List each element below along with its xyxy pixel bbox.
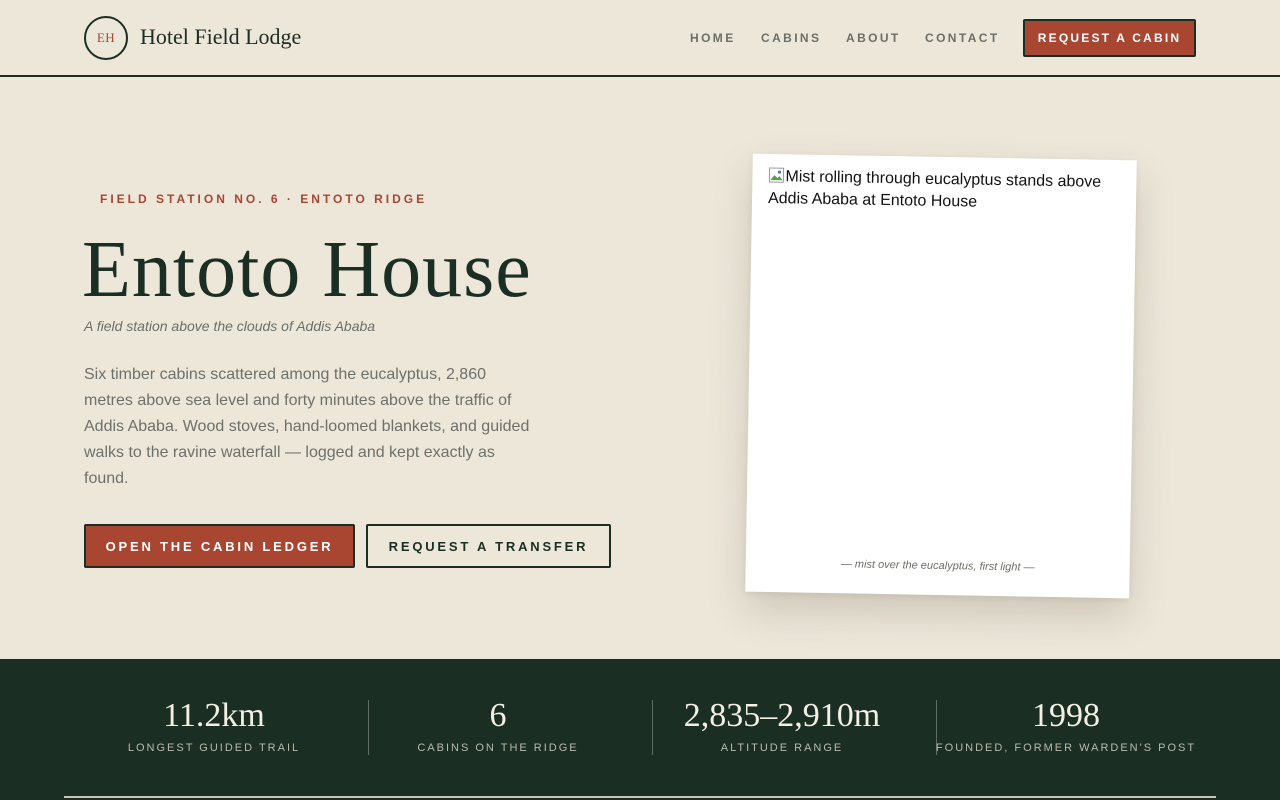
stat-altitude: 2,835–2,910m ALTITUDE RANGE (640, 659, 924, 800)
open-cabin-ledger-button[interactable]: OPEN THE CABIN LEDGER (84, 524, 355, 568)
photo-card: Mist rolling through eucalyptus stands a… (745, 153, 1137, 599)
stat-founded: 1998 FOUNDED, FORMER WARDEN'S POST (924, 659, 1208, 800)
section-divider (64, 796, 1216, 798)
hero-description: Six timber cabins scattered among the eu… (84, 366, 530, 487)
nav-cabins[interactable]: CABINS (761, 31, 821, 45)
hero-subtitle: A field station above the clouds of Addi… (84, 318, 376, 334)
stat-value: 6 (489, 697, 507, 734)
hero-title: Entoto House (82, 226, 532, 314)
stat-value: 1998 (1032, 697, 1100, 734)
stat-label: LONGEST GUIDED TRAIL (127, 742, 301, 754)
site-header: EH Hotel Field Lodge HOME CABINS ABOUT C… (0, 0, 1280, 77)
stats-band: 11.2km LONGEST GUIDED TRAIL 6 CABINS ON … (0, 659, 1280, 800)
stat-trail: 11.2km LONGEST GUIDED TRAIL (72, 659, 356, 800)
stat-cabins: 6 CABINS ON THE RIDGE (356, 659, 640, 800)
request-transfer-button[interactable]: REQUEST A TRANSFER (366, 524, 611, 568)
request-cabin-button[interactable]: REQUEST A CABIN (1023, 19, 1196, 57)
image-alt-text: Mist rolling through eucalyptus stands a… (767, 168, 1102, 211)
nav-home[interactable]: HOME (690, 31, 736, 45)
nav-contact[interactable]: CONTACT (925, 31, 1000, 45)
stat-value: 2,835–2,910m (683, 697, 881, 734)
stat-label: ALTITUDE RANGE (720, 742, 844, 754)
nav-about[interactable]: ABOUT (846, 31, 901, 45)
broken-image-icon (768, 167, 785, 183)
logo-initials: EH (96, 30, 116, 45)
hero-image: Mist rolling through eucalyptus stands a… (768, 166, 1121, 216)
stat-label: FOUNDED, FORMER WARDEN'S POST (935, 742, 1197, 754)
stat-label: CABINS ON THE RIDGE (417, 742, 579, 754)
brand-name[interactable]: Hotel Field Lodge (140, 24, 301, 50)
photo-caption: — mist over the eucalyptus, first light … (840, 558, 1035, 574)
stat-value: 11.2km (163, 697, 265, 734)
hero-eyebrow: FIELD STATION NO. 6 · ENTOTO RIDGE (100, 192, 428, 206)
logo-mark[interactable]: EH (84, 16, 128, 60)
